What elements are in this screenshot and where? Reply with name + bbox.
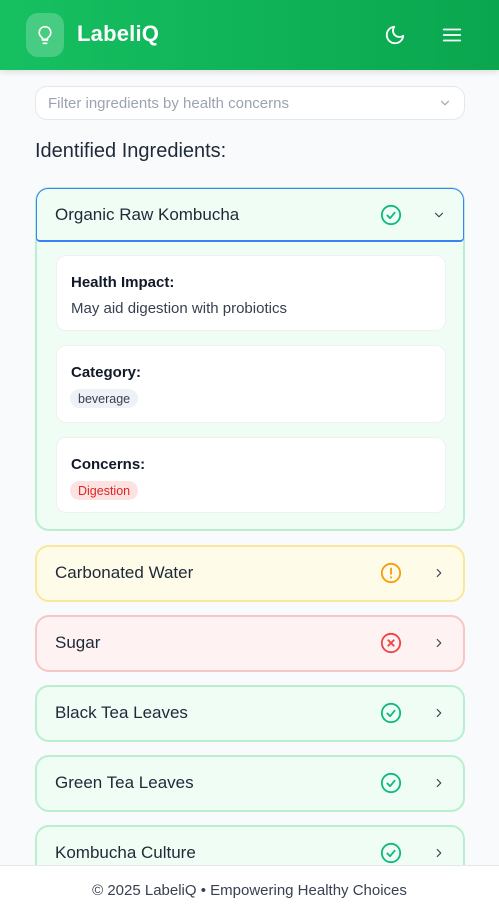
health-impact-label: Health Impact: — [71, 274, 175, 291]
hamburger-menu-icon — [442, 28, 462, 42]
theme-toggle-button[interactable] — [380, 20, 410, 50]
footer-text: © 2025 LabeliQ • Empowering Healthy Choi… — [92, 881, 407, 899]
ingredient-card[interactable]: Black Tea Leaves — [35, 685, 465, 742]
ingredient-name: Kombucha Culture — [55, 843, 196, 862]
check-circle-icon — [380, 842, 402, 864]
check-circle-icon — [380, 702, 402, 724]
logo-tile — [26, 13, 64, 57]
x-circle-icon — [380, 632, 402, 654]
health-impact-text: May aid digestion with probiotics — [71, 300, 287, 317]
concern-badge: Digestion — [70, 481, 139, 500]
ingredient-card-header[interactable]: Organic Raw Kombucha — [36, 188, 464, 242]
alert-circle-icon — [380, 562, 402, 584]
app-root: LabeliQ Filter ingredients by health con… — [0, 0, 499, 914]
ingredient-name: Organic Raw Kombucha — [55, 204, 240, 224]
ingredient-card-header[interactable]: Carbonated Water — [37, 547, 463, 599]
app-header: LabeliQ — [0, 0, 499, 70]
moon-icon — [385, 25, 405, 45]
ingredient-card-header[interactable]: Black Tea Leaves — [37, 687, 463, 739]
section-title: Identified Ingredients: — [35, 140, 227, 162]
chevron-right-icon — [436, 568, 442, 578]
ingredient-card-header[interactable]: Green Tea Leaves — [37, 757, 463, 809]
chevron-down-icon — [440, 100, 450, 106]
ingredient-card[interactable]: Carbonated Water — [35, 545, 465, 602]
chevron-right-icon — [436, 778, 442, 788]
ingredient-card-header[interactable]: Sugar — [37, 617, 463, 669]
health-impact-panel: Health Impact: May aid digestion with pr… — [56, 255, 446, 331]
ingredient-name: Green Tea Leaves — [55, 773, 194, 792]
check-circle-icon — [380, 772, 402, 794]
health-concern-filter-select[interactable]: Filter ingredients by health concerns — [35, 86, 465, 120]
ingredient-card[interactable]: Sugar — [35, 615, 465, 672]
chevron-right-icon — [436, 708, 442, 718]
chevron-down-icon — [434, 212, 444, 218]
menu-button[interactable] — [437, 20, 467, 50]
concerns-panel: Concerns: Digestion — [56, 437, 446, 513]
check-circle-icon — [380, 204, 402, 226]
category-label: Category: — [71, 364, 142, 381]
category-badge: beverage — [70, 389, 139, 408]
ingredient-name: Black Tea Leaves — [55, 703, 188, 722]
chevron-right-icon — [436, 638, 442, 648]
category-panel: Category: beverage — [56, 345, 446, 423]
chevron-right-icon — [436, 848, 442, 858]
app-title: LabeliQ — [77, 21, 160, 46]
ingredient-name: Sugar — [55, 633, 101, 652]
ingredient-card: Organic Raw Kombucha Health Impact: May … — [35, 187, 465, 531]
filter-placeholder: Filter ingredients by health concerns — [48, 94, 289, 112]
lightbulb-icon — [38, 25, 52, 45]
concerns-label: Concerns: — [71, 456, 146, 473]
app-footer: © 2025 LabeliQ • Empowering Healthy Choi… — [0, 865, 499, 914]
ingredient-card[interactable]: Green Tea Leaves — [35, 755, 465, 812]
ingredient-name: Carbonated Water — [55, 563, 194, 582]
